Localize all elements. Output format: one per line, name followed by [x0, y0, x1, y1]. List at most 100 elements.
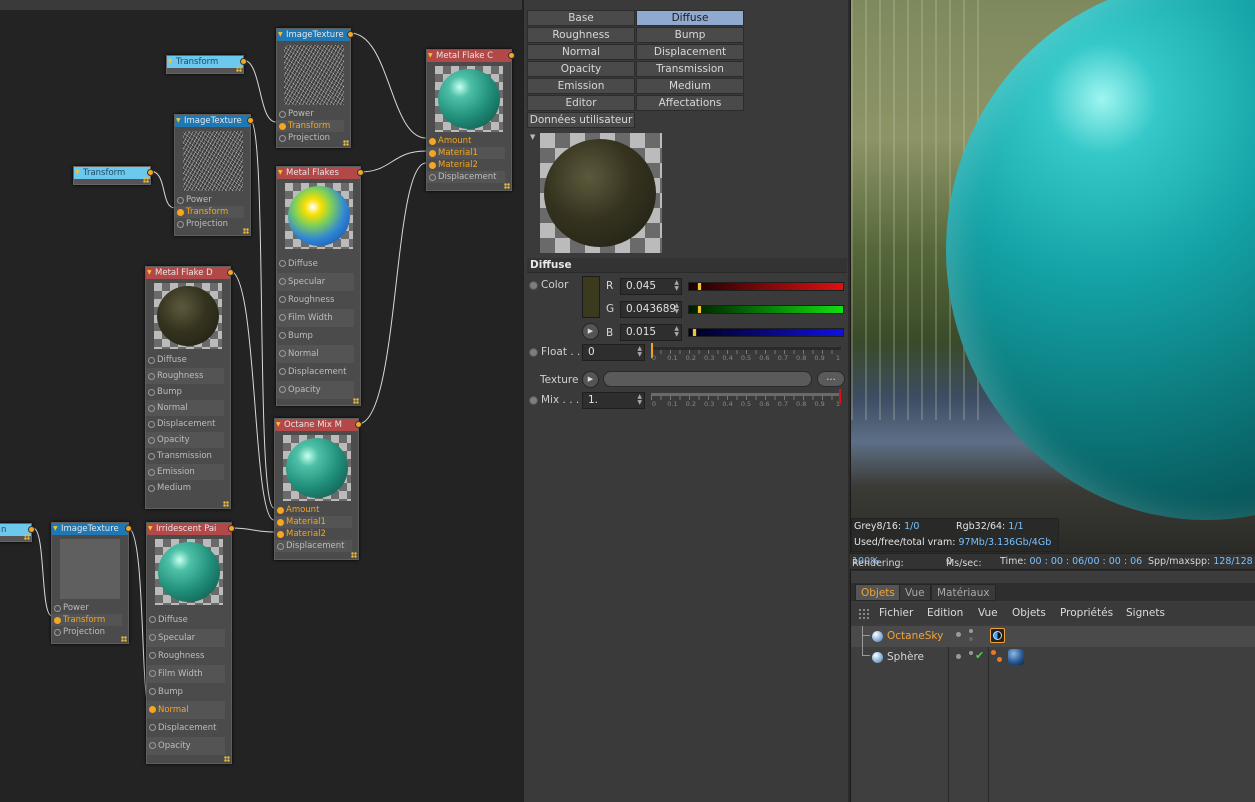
- iridescent-paint-node[interactable]: Irridescent Pai Diffuse Specular Roughne…: [146, 522, 235, 764]
- metal-flake-c-node[interactable]: Metal Flake C Amount Material1 Material2…: [426, 49, 515, 191]
- resize-grip[interactable]: [223, 501, 229, 507]
- output-port[interactable]: [240, 58, 247, 65]
- tab-user-data[interactable]: Données utilisateur: [527, 112, 635, 128]
- output-port[interactable]: [227, 269, 234, 276]
- g-slider[interactable]: [688, 305, 844, 314]
- object-row-octanesky[interactable]: OctaneSky: [851, 626, 1255, 647]
- port-power[interactable]: Power: [52, 602, 122, 614]
- port-material2[interactable]: Material2: [427, 159, 505, 171]
- tab-opacity[interactable]: Opacity: [527, 61, 635, 77]
- color-animate-radio[interactable]: [529, 281, 538, 290]
- resize-grip[interactable]: [243, 228, 249, 234]
- object-name[interactable]: Sphère: [887, 651, 924, 663]
- resize-grip[interactable]: [236, 66, 242, 72]
- resize-grip[interactable]: [353, 398, 359, 404]
- port-material2[interactable]: Material2: [275, 528, 352, 540]
- port-displacement[interactable]: Displacement: [147, 719, 225, 737]
- port-amount[interactable]: Amount: [275, 504, 352, 516]
- render-visibility-dot[interactable]: [969, 629, 973, 633]
- port-roughness[interactable]: Roughness: [277, 291, 354, 309]
- enabled-check-icon[interactable]: ✔: [975, 649, 984, 662]
- phong-tag-icon-lower[interactable]: [997, 657, 1002, 662]
- port-power[interactable]: Power: [277, 108, 344, 120]
- tab-roughness[interactable]: Roughness: [527, 27, 635, 43]
- port-specular[interactable]: Specular: [147, 629, 225, 647]
- port-material1[interactable]: Material1: [275, 516, 352, 528]
- port-bump[interactable]: Bump: [277, 327, 354, 345]
- texture-shader-field[interactable]: [603, 371, 812, 387]
- output-port[interactable]: [357, 169, 364, 176]
- port-material1[interactable]: Material1: [427, 147, 505, 159]
- tab-normal[interactable]: Normal: [527, 44, 635, 60]
- preview-collapse-arrow-icon[interactable]: ▼: [530, 133, 535, 141]
- object-row-sphere[interactable]: Sphère ✔: [851, 636, 1255, 668]
- port-opacity[interactable]: Opacity: [277, 381, 354, 399]
- port-amount[interactable]: Amount: [427, 135, 505, 147]
- mix-animate-radio[interactable]: [529, 396, 538, 405]
- port-displacement[interactable]: Displacement: [146, 416, 224, 432]
- port-film-width[interactable]: Film Width: [147, 665, 225, 683]
- float-value-field[interactable]: 0 ▲ ▼: [582, 344, 645, 361]
- resize-grip[interactable]: [504, 183, 510, 189]
- port-bump[interactable]: Bump: [146, 384, 224, 400]
- port-roughness[interactable]: Roughness: [147, 647, 225, 665]
- menu-view[interactable]: Vue: [978, 607, 998, 619]
- tab-objects[interactable]: Objets: [855, 584, 901, 601]
- tab-bump[interactable]: Bump: [636, 27, 744, 43]
- port-projection[interactable]: Projection: [277, 132, 344, 144]
- r-slider-knob[interactable]: [696, 282, 702, 291]
- output-port[interactable]: [355, 421, 362, 428]
- metal-flake-d-node[interactable]: Metal Flake D Diffuse Roughness Bump Nor…: [145, 266, 234, 509]
- color-picker-toggle-button[interactable]: ▶: [582, 323, 599, 340]
- port-roughness[interactable]: Roughness: [146, 368, 224, 384]
- tab-base[interactable]: Base: [527, 10, 635, 26]
- port-bump[interactable]: Bump: [147, 683, 225, 701]
- imagetexture-node-bottom[interactable]: ImageTexture Power Transform Projection: [51, 522, 132, 644]
- port-medium[interactable]: Medium: [146, 480, 224, 496]
- output-port[interactable]: [147, 169, 154, 176]
- r-value-field[interactable]: 0.045 ▲ ▼: [620, 278, 682, 295]
- material-tag-icon[interactable]: [1008, 649, 1024, 665]
- port-power[interactable]: Power: [175, 194, 244, 206]
- resize-grip[interactable]: [351, 552, 357, 558]
- g-slider-knob[interactable]: [696, 305, 702, 314]
- resize-grip[interactable]: [343, 140, 349, 146]
- grip-icon[interactable]: [858, 608, 870, 620]
- b-value-field[interactable]: 0.015 ▲ ▼: [620, 324, 682, 341]
- float-animate-radio[interactable]: [529, 348, 538, 357]
- tab-affectations[interactable]: Affectations: [636, 95, 744, 111]
- render-visibility-dot[interactable]: [969, 651, 973, 655]
- tab-editor[interactable]: Editor: [527, 95, 635, 111]
- texture-link-button[interactable]: ▶: [582, 371, 599, 388]
- resize-grip[interactable]: [224, 756, 230, 762]
- r-slider[interactable]: [688, 282, 844, 291]
- object-name[interactable]: OctaneSky: [887, 630, 943, 642]
- b-slider[interactable]: [688, 328, 844, 337]
- editor-visibility-dot[interactable]: [956, 632, 961, 637]
- color-swatch[interactable]: [582, 276, 600, 318]
- phong-tag-icon[interactable]: [991, 650, 996, 655]
- tab-transmission[interactable]: Transmission: [636, 61, 744, 77]
- tab-emission[interactable]: Emission: [527, 78, 635, 94]
- output-port[interactable]: [228, 525, 235, 532]
- port-displacement[interactable]: Displacement: [277, 363, 354, 381]
- port-diffuse[interactable]: Diffuse: [146, 352, 224, 368]
- port-opacity[interactable]: Opacity: [147, 737, 225, 755]
- port-normal[interactable]: Normal: [146, 400, 224, 416]
- port-film-width[interactable]: Film Width: [277, 309, 354, 327]
- resize-grip[interactable]: [143, 177, 149, 183]
- port-normal[interactable]: Normal: [147, 701, 225, 719]
- port-diffuse[interactable]: Diffuse: [277, 255, 354, 273]
- port-projection[interactable]: Projection: [175, 218, 244, 230]
- spinner-icon[interactable]: ▲ ▼: [637, 346, 642, 358]
- octane-environment-tag-icon[interactable]: [990, 628, 1005, 643]
- tab-view[interactable]: Vue: [899, 584, 931, 601]
- port-opacity[interactable]: Opacity: [146, 432, 224, 448]
- imagetexture-node-mid[interactable]: ImageTexture Power Transform Projection: [174, 114, 254, 236]
- port-projection[interactable]: Projection: [52, 626, 122, 638]
- menu-objects[interactable]: Objets: [1012, 607, 1046, 619]
- resize-grip[interactable]: [24, 534, 30, 540]
- spinner-icon[interactable]: ▲ ▼: [674, 303, 679, 315]
- tab-displacement[interactable]: Displacement: [636, 44, 744, 60]
- output-port[interactable]: [508, 52, 515, 59]
